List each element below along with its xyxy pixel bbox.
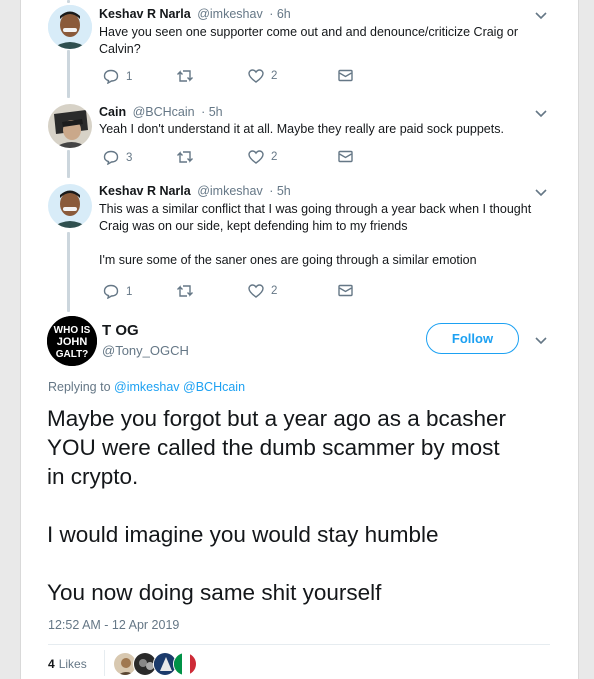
chevron-down-icon[interactable]	[534, 336, 548, 346]
reply-bubble-icon	[103, 69, 119, 84]
reply-bubble-icon	[103, 150, 119, 165]
heart-icon	[248, 284, 264, 298]
like-action[interactable]: 2	[248, 284, 277, 298]
reply-text: Have you seen one supporter come out and…	[99, 24, 544, 58]
reply-tweet[interactable]: Keshav R Narla @imkeshav · 6h Have you s…	[21, 0, 578, 98]
avatar-text: GALT?	[56, 349, 89, 360]
reply-bubble-icon	[103, 284, 119, 299]
tweet-line: I would imagine you would stay humble	[47, 522, 439, 547]
author-name[interactable]: Keshav R Narla	[99, 7, 191, 21]
reply-count: 1	[126, 70, 133, 83]
like-count: 2	[271, 285, 278, 297]
reply-header: Keshav R Narla @imkeshav · 6h	[99, 7, 291, 21]
avatar[interactable]: WHO IS JOHN GALT?	[47, 316, 97, 366]
reply-text-line: Yeah I don't understand it at all. Maybe…	[99, 122, 504, 136]
tweet-thread-card: Keshav R Narla @imkeshav · 6h Have you s…	[20, 0, 579, 679]
replying-to: Replying to @imkeshav @BCHcain	[48, 380, 245, 394]
reply-text-line: I'm sure some of the saner ones are goin…	[99, 253, 477, 267]
reply-text-line: Have you seen one supporter come out and…	[99, 25, 519, 39]
envelope-icon	[338, 284, 353, 297]
mention-link[interactable]: @BCHcain	[183, 380, 245, 394]
reply-text-line: This was a similar conflict that I was g…	[99, 202, 532, 216]
avatar-text: JOHN	[57, 336, 88, 348]
reply-text-line: Calvin?	[99, 42, 141, 56]
avatar[interactable]	[48, 5, 92, 49]
envelope-icon	[338, 150, 353, 163]
follow-button[interactable]: Follow	[426, 323, 519, 354]
chevron-down-icon[interactable]	[534, 188, 548, 198]
author-handle[interactable]: @Tony_OGCH	[102, 343, 189, 358]
retweet-icon	[177, 70, 193, 82]
heart-icon	[248, 69, 264, 83]
dm-action[interactable]	[338, 284, 353, 297]
author-name[interactable]: Keshav R Narla	[99, 184, 191, 198]
reply-count: 1	[126, 285, 133, 298]
tweet-line: Maybe you forgot but a year ago as a bca…	[47, 406, 507, 431]
tweet-paragraph: I would imagine you would stay humble	[47, 520, 557, 549]
tweet-text: Maybe you forgot but a year ago as a bca…	[47, 404, 557, 607]
avatar[interactable]	[48, 104, 92, 148]
avatar[interactable]	[48, 184, 92, 228]
author-handle[interactable]: @imkeshav	[197, 7, 263, 21]
chevron-down-icon[interactable]	[534, 11, 548, 21]
action-bar: 1 2	[103, 69, 363, 85]
likes-label: Likes	[58, 657, 87, 671]
author-handle[interactable]: @imkeshav	[197, 184, 263, 198]
author-name[interactable]: Cain	[99, 105, 126, 119]
tweet-line: YOU were called the dumb scammer by most	[47, 435, 500, 460]
avatar-text: WHO IS	[54, 325, 91, 336]
author-name[interactable]: T OG	[102, 322, 139, 339]
reply-action[interactable]: 3	[103, 150, 132, 165]
retweet-action[interactable]	[176, 150, 194, 164]
mention-link[interactable]: @imkeshav	[114, 380, 180, 394]
reply-tweet[interactable]: Keshav R Narla @imkeshav · 5h This was a…	[21, 178, 578, 310]
avatar-logo: WHO IS JOHN GALT?	[47, 316, 97, 366]
tweet-time[interactable]: · 5h	[269, 184, 291, 198]
tweet-timestamp[interactable]: 12:52 AM - 12 Apr 2019	[48, 618, 179, 632]
reply-text: This was a similar conflict that I was g…	[99, 201, 544, 269]
like-action[interactable]: 2	[248, 69, 277, 83]
retweet-icon	[177, 151, 193, 163]
reply-tweet[interactable]: Cain @BCHcain · 5h Yeah I don't understa…	[21, 98, 578, 178]
envelope-icon	[338, 69, 353, 82]
dm-action[interactable]	[338, 69, 353, 82]
reply-count: 3	[126, 151, 133, 164]
tweet-line: in crypto.	[47, 464, 139, 489]
action-bar: 3 2	[103, 150, 363, 166]
divider	[48, 644, 550, 645]
reply-action[interactable]: 1	[103, 284, 132, 299]
author-handle[interactable]: @BCHcain	[133, 105, 195, 119]
dm-action[interactable]	[338, 150, 353, 163]
reply-text: Yeah I don't understand it at all. Maybe…	[99, 121, 544, 138]
replying-prefix: Replying to	[48, 380, 111, 394]
divider	[104, 650, 105, 676]
heart-icon	[248, 150, 264, 164]
reply-action[interactable]: 1	[103, 69, 132, 84]
like-count: 2	[271, 70, 278, 82]
tweet-time[interactable]: · 6h	[269, 7, 291, 21]
tweet-line: You now doing same shit yourself	[47, 580, 382, 605]
like-count: 2	[271, 151, 278, 163]
likes-count: 4	[48, 657, 55, 671]
retweet-action[interactable]	[176, 284, 194, 298]
retweet-action[interactable]	[176, 69, 194, 83]
action-bar: 1 2	[103, 284, 363, 300]
reply-header: Cain @BCHcain · 5h	[99, 105, 223, 119]
tweet-time[interactable]: · 5h	[201, 105, 223, 119]
chevron-down-icon[interactable]	[534, 109, 548, 119]
liker-avatar[interactable]	[173, 652, 197, 676]
likes-summary[interactable]: 4 Likes	[48, 657, 87, 671]
reply-text-line: Craig was on our side, kept defending hi…	[99, 219, 408, 233]
retweet-icon	[177, 285, 193, 297]
tweet-paragraph: Maybe you forgot but a year ago as a bca…	[47, 404, 557, 491]
tweet-paragraph: You now doing same shit yourself	[47, 578, 557, 607]
like-action[interactable]: 2	[248, 150, 277, 164]
reply-header: Keshav R Narla @imkeshav · 5h	[99, 184, 291, 198]
